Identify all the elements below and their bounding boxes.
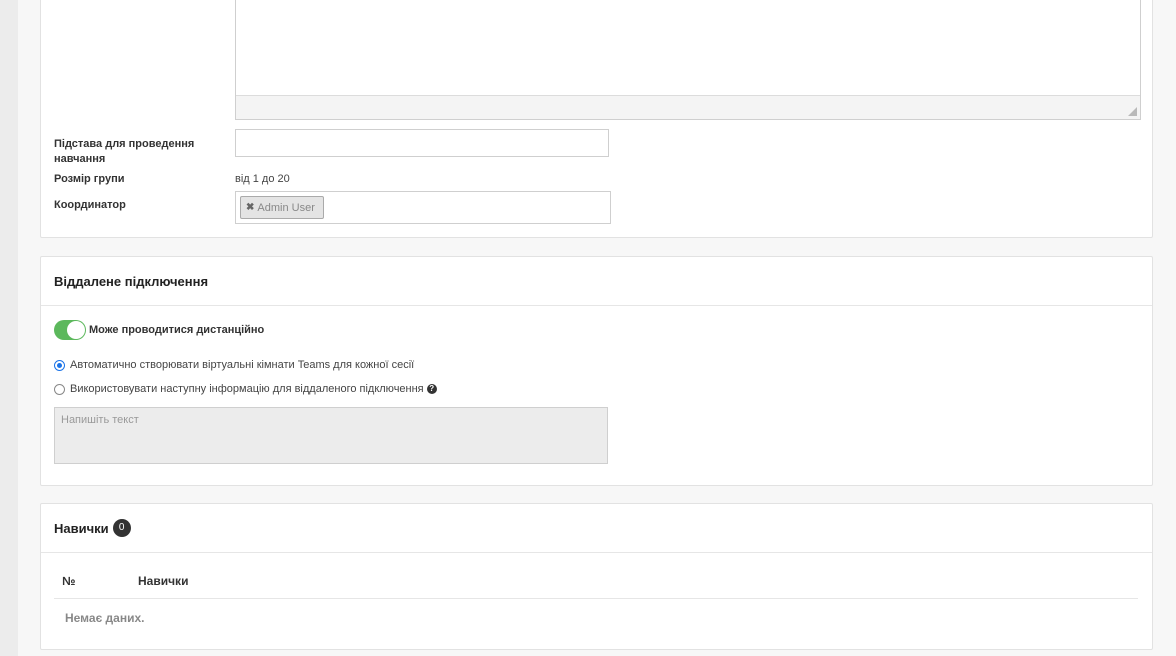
radio-auto-teams-row: Автоматично створювати віртуальні кімнат… [54,359,414,371]
help-icon[interactable]: ? [426,384,437,394]
skills-table-header: № Навички [54,574,1138,599]
skills-panel-header: Навички 0 [41,504,1152,553]
basis-label: Підстава для проведення навчання [54,138,195,165]
coordinator-select[interactable]: ✖ Admin User [235,191,611,224]
editor-status-bar [236,95,1140,119]
remote-connection-panel: Віддалене підключення Може проводитися д… [40,256,1153,486]
resize-grip-icon[interactable] [1128,107,1137,116]
radio-manual-info[interactable] [54,383,65,395]
remote-toggle-switch[interactable] [54,320,86,340]
column-number-header[interactable]: № [62,574,75,588]
group-size-label: Розмір групи [54,173,125,185]
column-skills-header[interactable]: Навички [138,574,188,588]
radio-auto-teams-label: Автоматично створювати віртуальні кімнат… [70,359,415,371]
remote-panel-title: Віддалене підключення [54,273,209,289]
course-details-panel: Підстава для проведення навчання Розмір … [40,0,1153,238]
basis-input[interactable] [235,129,609,157]
remove-tag-icon[interactable]: ✖ [246,202,254,213]
coordinator-tag-label: Admin User [257,201,315,214]
skills-empty-message: Немає даних. [65,611,145,625]
radio-auto-teams[interactable] [54,359,65,371]
radio-manual-info-label: Використовувати наступну інформацію для … [70,383,424,395]
coordinator-label: Координатор [54,199,126,211]
left-sidebar-strip [0,0,19,656]
skills-panel-title: Навички [54,520,109,536]
coordinator-tag: ✖ Admin User [240,196,324,219]
toggle-knob [67,321,85,339]
remote-panel-header: Віддалене підключення [41,257,1152,306]
remote-info-textarea[interactable]: Напишіть текст [54,407,608,464]
remote-toggle-label: Може проводитися дистанційно [89,324,265,336]
skills-panel: Навички 0 № Навички Немає даних. [40,503,1153,650]
remote-toggle-row: Може проводитися дистанційно [54,320,264,340]
main-content: Підстава для проведення навчання Розмір … [18,0,1176,656]
radio-manual-info-row: Використовувати наступну інформацію для … [54,383,437,395]
skills-count-badge: 0 [112,519,131,537]
group-size-value: від 1 до 20 [235,173,290,185]
description-editor[interactable] [235,0,1141,120]
